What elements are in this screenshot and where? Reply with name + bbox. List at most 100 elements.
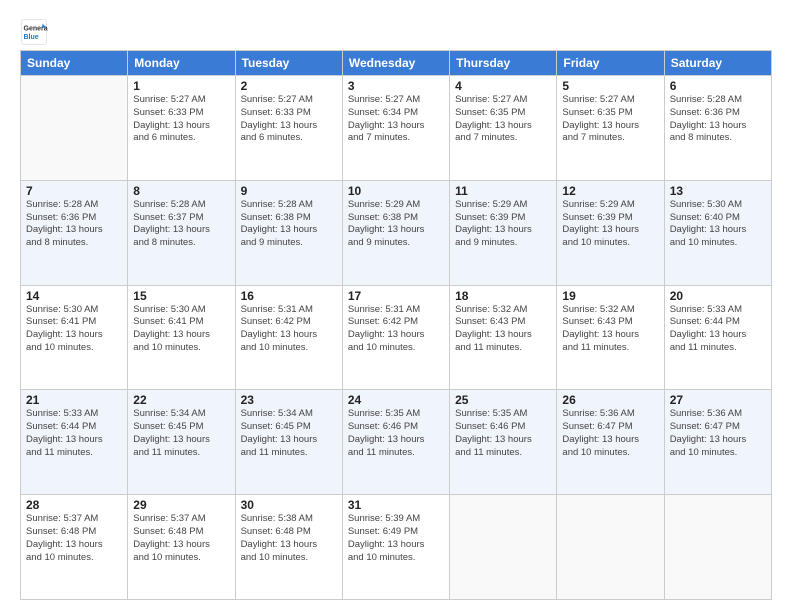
calendar-cell: 3Sunrise: 5:27 AM Sunset: 6:34 PM Daylig… [342, 76, 449, 181]
day-number: 30 [241, 498, 337, 512]
day-number: 14 [26, 289, 122, 303]
day-number: 24 [348, 393, 444, 407]
day-number: 7 [26, 184, 122, 198]
col-header-sunday: Sunday [21, 51, 128, 76]
calendar-cell: 11Sunrise: 5:29 AM Sunset: 6:39 PM Dayli… [450, 180, 557, 285]
day-info: Sunrise: 5:35 AM Sunset: 6:46 PM Dayligh… [348, 408, 444, 459]
calendar-cell: 13Sunrise: 5:30 AM Sunset: 6:40 PM Dayli… [664, 180, 771, 285]
calendar-cell: 7Sunrise: 5:28 AM Sunset: 6:36 PM Daylig… [21, 180, 128, 285]
day-number: 22 [133, 393, 229, 407]
calendar-week-row: 28 Sunrise: 5:37 AM Sunset: 6:48 PM Dayli… [21, 495, 772, 600]
calendar-cell: 24Sunrise: 5:35 AM Sunset: 6:46 PM Dayli… [342, 390, 449, 495]
calendar-cell: 6Sunrise: 5:28 AM Sunset: 6:36 PM Daylig… [664, 76, 771, 181]
day-info: Sunrise: 5:36 AM Sunset: 6:47 PM Dayligh… [562, 408, 658, 459]
day-number: 8 [133, 184, 229, 198]
day-info: Sunrise: 5:31 AM Sunset: 6:42 PM Dayligh… [348, 304, 444, 355]
day-number: 29 [133, 498, 229, 512]
day-number: 15 [133, 289, 229, 303]
day-info: Sunrise: 5:34 AM Sunset: 6:45 PM Dayligh… [133, 408, 229, 459]
calendar-cell: 26Sunrise: 5:36 AM Sunset: 6:47 PM Dayli… [557, 390, 664, 495]
calendar-week-row: 14Sunrise: 5:30 AM Sunset: 6:41 PM Dayli… [21, 285, 772, 390]
day-number: 31 [348, 498, 444, 512]
day-info: Sunrise: 5:27 AM Sunset: 6:33 PM Dayligh… [133, 94, 229, 145]
day-number: 4 [455, 79, 551, 93]
day-number: 6 [670, 79, 766, 93]
calendar-cell [557, 495, 664, 600]
calendar-cell: 29Sunrise: 5:37 AM Sunset: 6:48 PM Dayli… [128, 495, 235, 600]
calendar-cell: 2Sunrise: 5:27 AM Sunset: 6:33 PM Daylig… [235, 76, 342, 181]
day-number: 13 [670, 184, 766, 198]
calendar-week-row: 7Sunrise: 5:28 AM Sunset: 6:36 PM Daylig… [21, 180, 772, 285]
day-number: 28 [26, 498, 122, 512]
day-number: 17 [348, 289, 444, 303]
day-info: Sunrise: 5:30 AM Sunset: 6:40 PM Dayligh… [670, 199, 766, 250]
day-number: 10 [348, 184, 444, 198]
day-info: Sunrise: 5:29 AM Sunset: 6:39 PM Dayligh… [562, 199, 658, 250]
page: General Blue SundayMondayTuesdayWednesda… [0, 0, 792, 612]
calendar-cell: 23Sunrise: 5:34 AM Sunset: 6:45 PM Dayli… [235, 390, 342, 495]
day-info: Sunrise: 5:28 AM Sunset: 6:37 PM Dayligh… [133, 199, 229, 250]
calendar-cell: 4Sunrise: 5:27 AM Sunset: 6:35 PM Daylig… [450, 76, 557, 181]
logo-icon: General Blue [20, 18, 48, 46]
calendar-cell: 19Sunrise: 5:32 AM Sunset: 6:43 PM Dayli… [557, 285, 664, 390]
calendar-cell [21, 76, 128, 181]
calendar-week-row: 21Sunrise: 5:33 AM Sunset: 6:44 PM Dayli… [21, 390, 772, 495]
calendar-cell: 8Sunrise: 5:28 AM Sunset: 6:37 PM Daylig… [128, 180, 235, 285]
day-number: 19 [562, 289, 658, 303]
day-number: 9 [241, 184, 337, 198]
col-header-thursday: Thursday [450, 51, 557, 76]
day-info: Sunrise: 5:31 AM Sunset: 6:42 PM Dayligh… [241, 304, 337, 355]
day-info: Sunrise: 5:32 AM Sunset: 6:43 PM Dayligh… [455, 304, 551, 355]
calendar-cell: 20Sunrise: 5:33 AM Sunset: 6:44 PM Dayli… [664, 285, 771, 390]
day-info: Sunrise: 5:37 AM Sunset: 6:48 PM Dayligh… [133, 513, 229, 564]
day-info: Sunrise: 5:34 AM Sunset: 6:45 PM Dayligh… [241, 408, 337, 459]
day-info: Sunrise: 5:36 AM Sunset: 6:47 PM Dayligh… [670, 408, 766, 459]
day-info: Sunrise: 5:29 AM Sunset: 6:38 PM Dayligh… [348, 199, 444, 250]
day-number: 5 [562, 79, 658, 93]
calendar-cell: 30Sunrise: 5:38 AM Sunset: 6:48 PM Dayli… [235, 495, 342, 600]
calendar-cell: 10Sunrise: 5:29 AM Sunset: 6:38 PM Dayli… [342, 180, 449, 285]
day-number: 20 [670, 289, 766, 303]
day-info: Sunrise: 5:30 AM Sunset: 6:41 PM Dayligh… [26, 304, 122, 355]
day-info: Sunrise: 5:28 AM Sunset: 6:36 PM Dayligh… [670, 94, 766, 145]
day-info: Sunrise: 5:33 AM Sunset: 6:44 PM Dayligh… [26, 408, 122, 459]
col-header-wednesday: Wednesday [342, 51, 449, 76]
day-info: Sunrise: 5:28 AM Sunset: 6:38 PM Dayligh… [241, 199, 337, 250]
calendar-cell: 14Sunrise: 5:30 AM Sunset: 6:41 PM Dayli… [21, 285, 128, 390]
day-info: Sunrise: 5:30 AM Sunset: 6:41 PM Dayligh… [133, 304, 229, 355]
day-number: 23 [241, 393, 337, 407]
day-number: 2 [241, 79, 337, 93]
day-number: 18 [455, 289, 551, 303]
calendar-table: SundayMondayTuesdayWednesdayThursdayFrid… [20, 50, 772, 600]
calendar-cell: 9Sunrise: 5:28 AM Sunset: 6:38 PM Daylig… [235, 180, 342, 285]
day-number: 27 [670, 393, 766, 407]
day-info: Sunrise: 5:33 AM Sunset: 6:44 PM Dayligh… [670, 304, 766, 355]
logo: General Blue [20, 18, 52, 46]
day-number: 1 [133, 79, 229, 93]
day-number: 12 [562, 184, 658, 198]
col-header-monday: Monday [128, 51, 235, 76]
calendar-cell: 1Sunrise: 5:27 AM Sunset: 6:33 PM Daylig… [128, 76, 235, 181]
day-number: 3 [348, 79, 444, 93]
calendar-cell [664, 495, 771, 600]
day-number: 21 [26, 393, 122, 407]
day-info: Sunrise: 5:29 AM Sunset: 6:39 PM Dayligh… [455, 199, 551, 250]
svg-text:Blue: Blue [24, 34, 39, 41]
calendar-cell: 31Sunrise: 5:39 AM Sunset: 6:49 PM Dayli… [342, 495, 449, 600]
header: General Blue [20, 18, 772, 46]
day-info: Sunrise: 5:28 AM Sunset: 6:36 PM Dayligh… [26, 199, 122, 250]
calendar-cell: 27Sunrise: 5:36 AM Sunset: 6:47 PM Dayli… [664, 390, 771, 495]
calendar-header-row: SundayMondayTuesdayWednesdayThursdayFrid… [21, 51, 772, 76]
calendar-cell: 18Sunrise: 5:32 AM Sunset: 6:43 PM Dayli… [450, 285, 557, 390]
day-number: 16 [241, 289, 337, 303]
calendar-cell [450, 495, 557, 600]
day-info: Sunrise: 5:27 AM Sunset: 6:33 PM Dayligh… [241, 94, 337, 145]
calendar-cell: 5Sunrise: 5:27 AM Sunset: 6:35 PM Daylig… [557, 76, 664, 181]
calendar-cell: 15Sunrise: 5:30 AM Sunset: 6:41 PM Dayli… [128, 285, 235, 390]
calendar-cell: 16Sunrise: 5:31 AM Sunset: 6:42 PM Dayli… [235, 285, 342, 390]
calendar-cell: 17Sunrise: 5:31 AM Sunset: 6:42 PM Dayli… [342, 285, 449, 390]
calendar-cell: 22Sunrise: 5:34 AM Sunset: 6:45 PM Dayli… [128, 390, 235, 495]
calendar-week-row: 1Sunrise: 5:27 AM Sunset: 6:33 PM Daylig… [21, 76, 772, 181]
day-info: Sunrise: 5:32 AM Sunset: 6:43 PM Dayligh… [562, 304, 658, 355]
calendar-cell: 21Sunrise: 5:33 AM Sunset: 6:44 PM Dayli… [21, 390, 128, 495]
